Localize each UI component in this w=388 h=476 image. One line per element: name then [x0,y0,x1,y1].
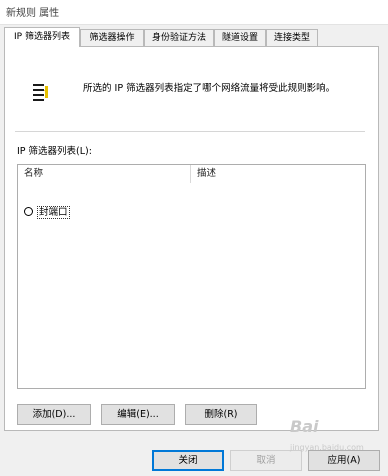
list-item-name: 封端口 [37,206,70,219]
tab-connection-type[interactable]: 连接类型 [266,29,318,46]
filter-list-icon [33,84,48,101]
tab-tunnel-settings[interactable]: 隧道设置 [214,29,266,46]
ip-filter-listbox[interactable]: 名称 描述 封端口 [17,164,366,389]
remove-button[interactable]: 删除(R) [185,404,257,425]
tab-auth-methods[interactable]: 身份验证方法 [144,29,214,46]
filter-list-description: 所选的 IP 筛选器列表指定了哪个网络流量将受此规则影响。 [83,83,336,94]
list-item[interactable]: 封端口 [24,205,70,221]
ip-filter-list-label: IP 筛选器列表(L): [17,146,92,157]
radio-selected-icon[interactable] [24,207,33,216]
watermark-subtext: jingyan.baidu.com [290,443,364,452]
baidu-watermark: Bai jingyan.baidu.com [290,418,385,454]
tab-filter-action[interactable]: 筛选器操作 [80,29,144,46]
tab-panel: 所选的 IP 筛选器列表指定了哪个网络流量将受此规则影响。 IP 筛选器列表(L… [4,46,379,431]
separator [15,131,365,132]
close-button[interactable]: 关闭 [152,450,224,471]
window-title: 新规则 属性 [6,8,60,19]
edit-button[interactable]: 编辑(E)... [101,404,175,425]
column-header-description[interactable]: 描述 [191,165,365,183]
add-button[interactable]: 添加(D)... [17,404,91,425]
title-bar: 新规则 属性 [0,0,388,25]
tab-ip-filter-list[interactable]: IP 筛选器列表 [4,27,80,47]
column-header-name[interactable]: 名称 [18,165,191,183]
watermark-text: Bai [290,417,319,436]
